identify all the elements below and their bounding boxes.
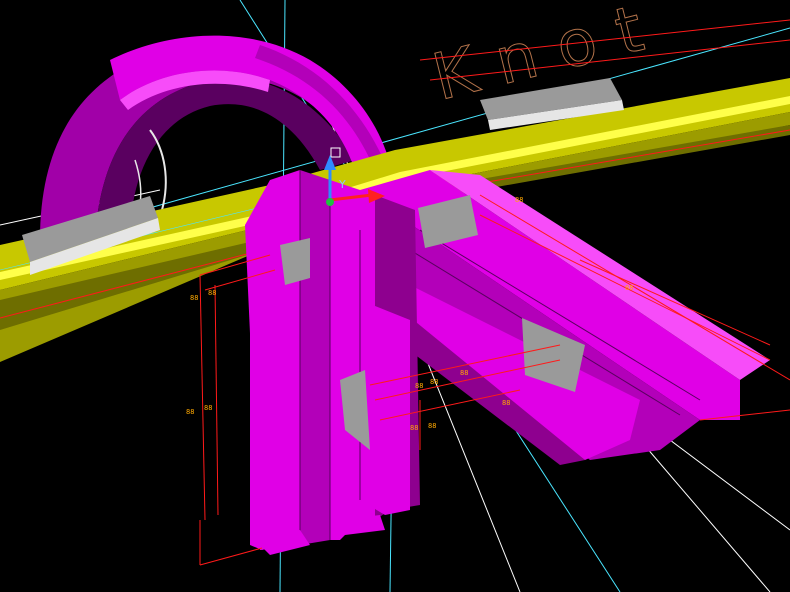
cad-viewport[interactable]: Knot 88 88 88 88 88 88 88 88 88 88 88 88… [0, 0, 790, 592]
dimension-label: 88 [186, 408, 194, 416]
z-axis-dot[interactable] [326, 198, 334, 206]
vertical-legs[interactable] [245, 170, 420, 555]
ucs-y-label: Y [338, 178, 346, 191]
dimension-label: 88 [410, 424, 418, 432]
cad-3d-scene[interactable]: Knot 88 88 88 88 88 88 88 88 88 88 88 88… [0, 0, 790, 592]
dimension-label: 88 [502, 399, 510, 407]
dimension-label: 88 [460, 369, 468, 377]
dimension-label: 88 [430, 378, 438, 386]
dimension-label: 88 [204, 404, 212, 412]
gusset-plate-1[interactable] [280, 238, 310, 285]
dimension-label: 88 [190, 294, 198, 302]
dimension-label: 88 [625, 284, 633, 292]
dimension-label: 88 [428, 422, 436, 430]
guide-line [639, 439, 771, 592]
dimension-label: 88 [515, 196, 523, 204]
dimension-label: 88 [415, 382, 423, 390]
dimension-label: 88 [208, 289, 216, 297]
